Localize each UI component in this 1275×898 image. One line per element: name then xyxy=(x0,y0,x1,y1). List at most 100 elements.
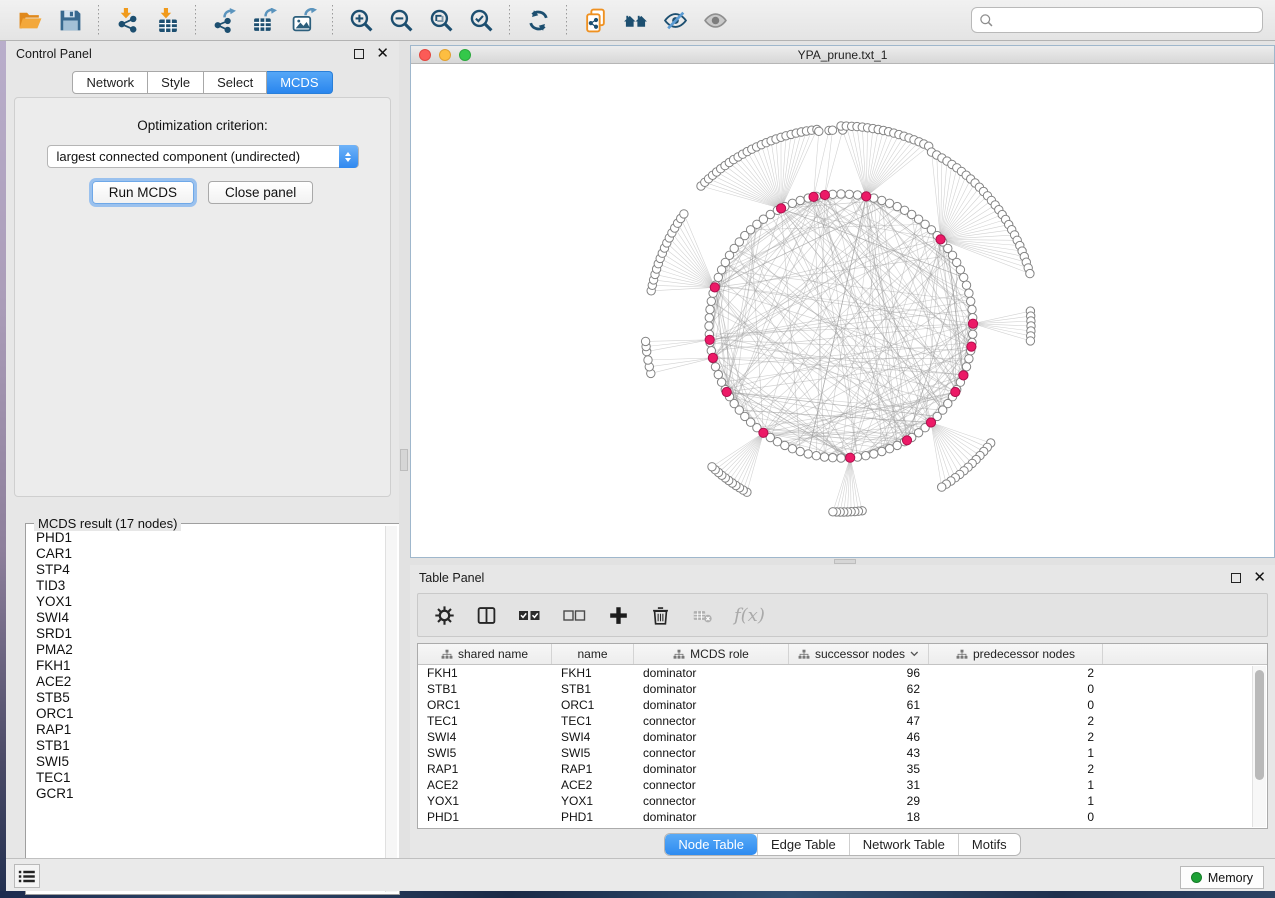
column-header-successor-nodes[interactable]: successor nodes xyxy=(789,644,929,664)
open-session-icon[interactable] xyxy=(15,5,45,35)
table-row[interactable]: PHD1PHD1dominator180 xyxy=(418,809,1267,825)
vertical-splitter[interactable] xyxy=(399,41,410,858)
save-session-icon[interactable] xyxy=(55,5,85,35)
mcds-result-item[interactable]: SWI5 xyxy=(30,754,384,770)
mcds-node[interactable] xyxy=(710,283,719,292)
table-row[interactable]: STB1STB1dominator620 xyxy=(418,681,1267,697)
select-all-icon[interactable] xyxy=(518,607,542,623)
mcds-result-item[interactable]: FKH1 xyxy=(30,658,384,674)
mcds-result-item[interactable]: TID3 xyxy=(30,578,384,594)
add-column-icon[interactable] xyxy=(608,605,629,626)
close-panel-button[interactable]: Close panel xyxy=(208,181,313,204)
tab-network-table[interactable]: Network Table xyxy=(849,834,958,855)
table-row[interactable]: RAP1RAP1dominator352 xyxy=(418,761,1267,777)
mcds-result-item[interactable]: SRD1 xyxy=(30,626,384,642)
column-header-name[interactable]: name xyxy=(552,644,634,664)
task-history-button[interactable] xyxy=(14,864,40,888)
table-row[interactable]: TEC1TEC1connector472 xyxy=(418,713,1267,729)
table-scrollbar[interactable] xyxy=(1252,666,1266,827)
export-table-icon[interactable] xyxy=(249,5,279,35)
tab-node-table[interactable]: Node Table xyxy=(665,834,757,855)
export-network-icon[interactable] xyxy=(209,5,239,35)
mcds-node[interactable] xyxy=(967,342,976,351)
table-row[interactable]: FKH1FKH1dominator962 xyxy=(418,665,1267,681)
mcds-node[interactable] xyxy=(936,235,945,244)
tab-network[interactable]: Network xyxy=(72,71,148,94)
mcds-result-item[interactable]: STP4 xyxy=(30,562,384,578)
zoom-fit-icon[interactable] xyxy=(426,5,456,35)
mcds-result-item[interactable]: STB1 xyxy=(30,738,384,754)
mcds-list-scrollbar[interactable] xyxy=(385,526,397,892)
memory-button[interactable]: Memory xyxy=(1180,866,1264,889)
zoom-selected-icon[interactable] xyxy=(466,5,496,35)
mcds-node[interactable] xyxy=(708,353,717,362)
mcds-node[interactable] xyxy=(705,335,714,344)
import-network-icon[interactable] xyxy=(112,5,142,35)
table-row[interactable]: YOX1YOX1connector291 xyxy=(418,793,1267,809)
import-table-icon[interactable] xyxy=(152,5,182,35)
mcds-result-item[interactable]: PMA2 xyxy=(30,642,384,658)
mcds-result-item[interactable]: STB5 xyxy=(30,690,384,706)
mcds-result-item[interactable]: CAR1 xyxy=(30,546,384,562)
network-window-titlebar[interactable]: YPA_prune.txt_1 xyxy=(411,46,1274,64)
mcds-result-item[interactable]: SWI4 xyxy=(30,610,384,626)
clone-network-icon[interactable] xyxy=(580,5,610,35)
home-icon[interactable] xyxy=(620,5,650,35)
refresh-icon[interactable] xyxy=(523,5,553,35)
mcds-result-item[interactable]: YOX1 xyxy=(30,594,384,610)
search-field[interactable] xyxy=(971,7,1263,33)
mcds-result-list[interactable]: PHD1CAR1STP4TID3YOX1SWI4SRD1PMA2FKH1ACE2… xyxy=(30,530,384,892)
zoom-in-icon[interactable] xyxy=(346,5,376,35)
mcds-node[interactable] xyxy=(968,319,977,328)
tab-style[interactable]: Style xyxy=(148,71,204,94)
settings-gear-icon[interactable] xyxy=(434,605,455,626)
mcds-node[interactable] xyxy=(809,192,818,201)
hide-eye-icon[interactable] xyxy=(660,5,690,35)
table-row[interactable]: ACE2ACE2connector311 xyxy=(418,777,1267,793)
criterion-select[interactable]: largest connected component (undirected) xyxy=(47,145,359,168)
scrollbar-thumb[interactable] xyxy=(1255,670,1264,780)
column-header-shared-name[interactable]: shared name xyxy=(418,644,552,664)
column-header-predecessor-nodes[interactable]: predecessor nodes xyxy=(929,644,1103,664)
zoom-out-icon[interactable] xyxy=(386,5,416,35)
table-row[interactable]: SWI4SWI4dominator462 xyxy=(418,729,1267,745)
run-mcds-button[interactable]: Run MCDS xyxy=(92,181,194,204)
tab-motifs[interactable]: Motifs xyxy=(958,834,1020,855)
mcds-result-item[interactable]: PHD1 xyxy=(30,530,384,546)
show-eye-icon[interactable] xyxy=(700,5,730,35)
mcds-node[interactable] xyxy=(846,453,855,462)
mcds-result-item[interactable]: RAP1 xyxy=(30,722,384,738)
toggle-column-panel-icon[interactable] xyxy=(476,605,497,626)
deselect-all-icon[interactable] xyxy=(563,607,587,623)
float-panel-icon[interactable] xyxy=(354,49,364,59)
float-panel-icon[interactable] xyxy=(1231,573,1241,583)
mcds-node[interactable] xyxy=(820,190,829,199)
mcds-node[interactable] xyxy=(926,418,935,427)
horizontal-splitter[interactable] xyxy=(410,558,1275,565)
search-input[interactable] xyxy=(999,10,1262,30)
mcds-result-item[interactable]: TEC1 xyxy=(30,770,384,786)
table-row[interactable]: SWI5SWI5connector431 xyxy=(418,745,1267,761)
delete-table-icon[interactable] xyxy=(692,605,713,626)
mcds-node[interactable] xyxy=(902,436,911,445)
tab-select[interactable]: Select xyxy=(204,71,267,94)
close-panel-icon[interactable]: ✕ xyxy=(1253,573,1266,583)
mcds-node[interactable] xyxy=(759,428,768,437)
mcds-node[interactable] xyxy=(862,192,871,201)
column-header-mcds-role[interactable]: MCDS role xyxy=(634,644,789,664)
tab-edge-table[interactable]: Edge Table xyxy=(757,834,849,855)
mcds-result-item[interactable]: ORC1 xyxy=(30,706,384,722)
mcds-node[interactable] xyxy=(777,204,786,213)
export-image-icon[interactable] xyxy=(289,5,319,35)
function-builder-icon[interactable]: f(x) xyxy=(734,605,765,626)
close-panel-icon[interactable]: ✕ xyxy=(376,49,389,59)
mcds-node[interactable] xyxy=(959,371,968,380)
table-row[interactable]: ORC1ORC1dominator610 xyxy=(418,697,1267,713)
mcds-node[interactable] xyxy=(722,387,731,396)
mcds-node[interactable] xyxy=(951,387,960,396)
mcds-result-item[interactable]: ACE2 xyxy=(30,674,384,690)
network-canvas[interactable] xyxy=(411,64,1274,557)
splitter-handle[interactable] xyxy=(834,559,856,564)
delete-column-icon[interactable] xyxy=(650,605,671,626)
mcds-result-item[interactable]: GCR1 xyxy=(30,786,384,802)
